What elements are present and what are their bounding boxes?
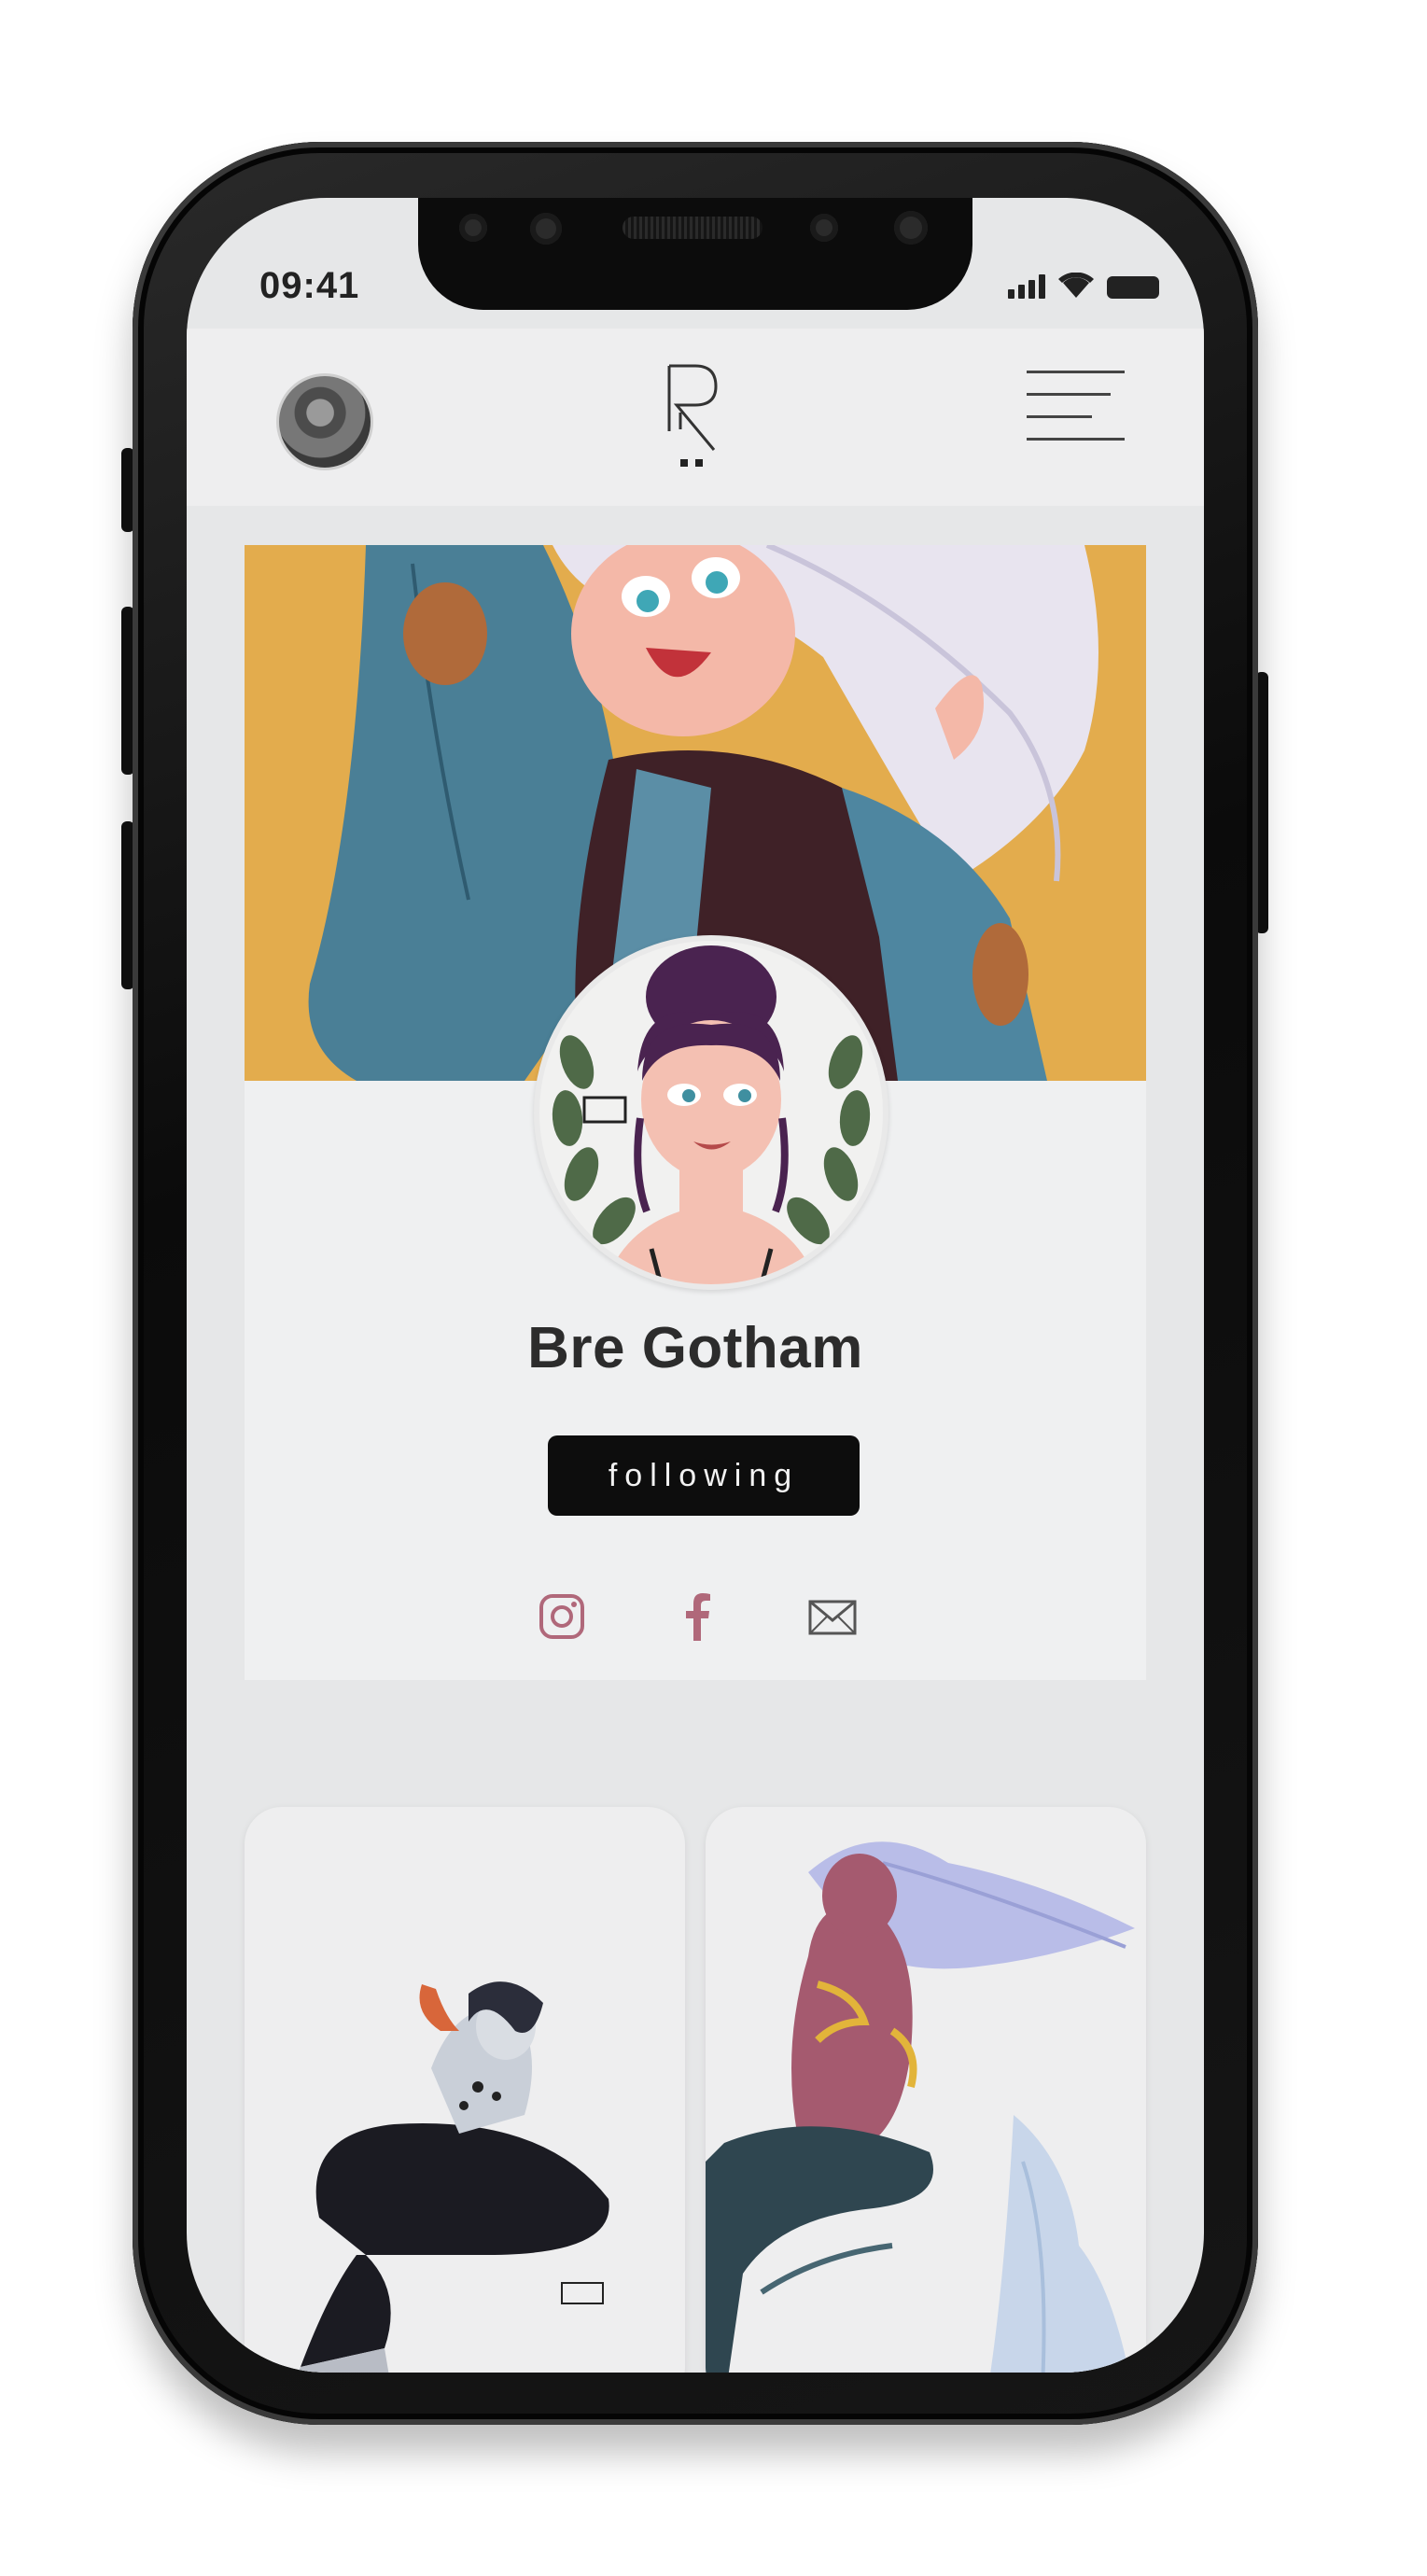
- notch: [418, 198, 972, 310]
- mockup-stage: 09:41 Bre Gotham following: [0, 0, 1427, 2576]
- speaker-grille: [623, 217, 762, 239]
- instagram-icon[interactable]: [534, 1589, 590, 1645]
- sensor-icon: [459, 214, 487, 242]
- phone-screen: 09:41 Bre Gotham following: [187, 198, 1204, 2373]
- following-button[interactable]: following: [548, 1435, 860, 1516]
- status-icons: [1008, 273, 1159, 299]
- wifi-icon: [1058, 273, 1094, 298]
- app-header: [187, 329, 1204, 506]
- profile-name: Bre Gotham: [527, 1316, 863, 1380]
- sensor-icon: [810, 214, 838, 242]
- facebook-icon[interactable]: [669, 1589, 725, 1645]
- gallery-card-1[interactable]: [245, 1807, 685, 2373]
- app-logo-icon[interactable]: [658, 357, 733, 469]
- status-time: 09:41: [259, 265, 360, 306]
- user-avatar[interactable]: [276, 373, 373, 470]
- profile-avatar[interactable]: [534, 935, 888, 1290]
- mail-icon[interactable]: [804, 1589, 860, 1645]
- hamburger-menu-icon[interactable]: [1022, 371, 1125, 445]
- proximity-sensor-icon: [894, 211, 928, 245]
- artwork-mermaid-purple: [706, 1841, 1135, 2373]
- profile-card: Bre Gotham following: [245, 545, 1146, 1680]
- battery-icon: [1107, 276, 1159, 299]
- artwork-mermaid-dark: [298, 1981, 609, 2373]
- gallery-card-2[interactable]: [706, 1807, 1146, 2373]
- signal-icon: [1008, 274, 1045, 299]
- front-camera-icon: [530, 213, 562, 245]
